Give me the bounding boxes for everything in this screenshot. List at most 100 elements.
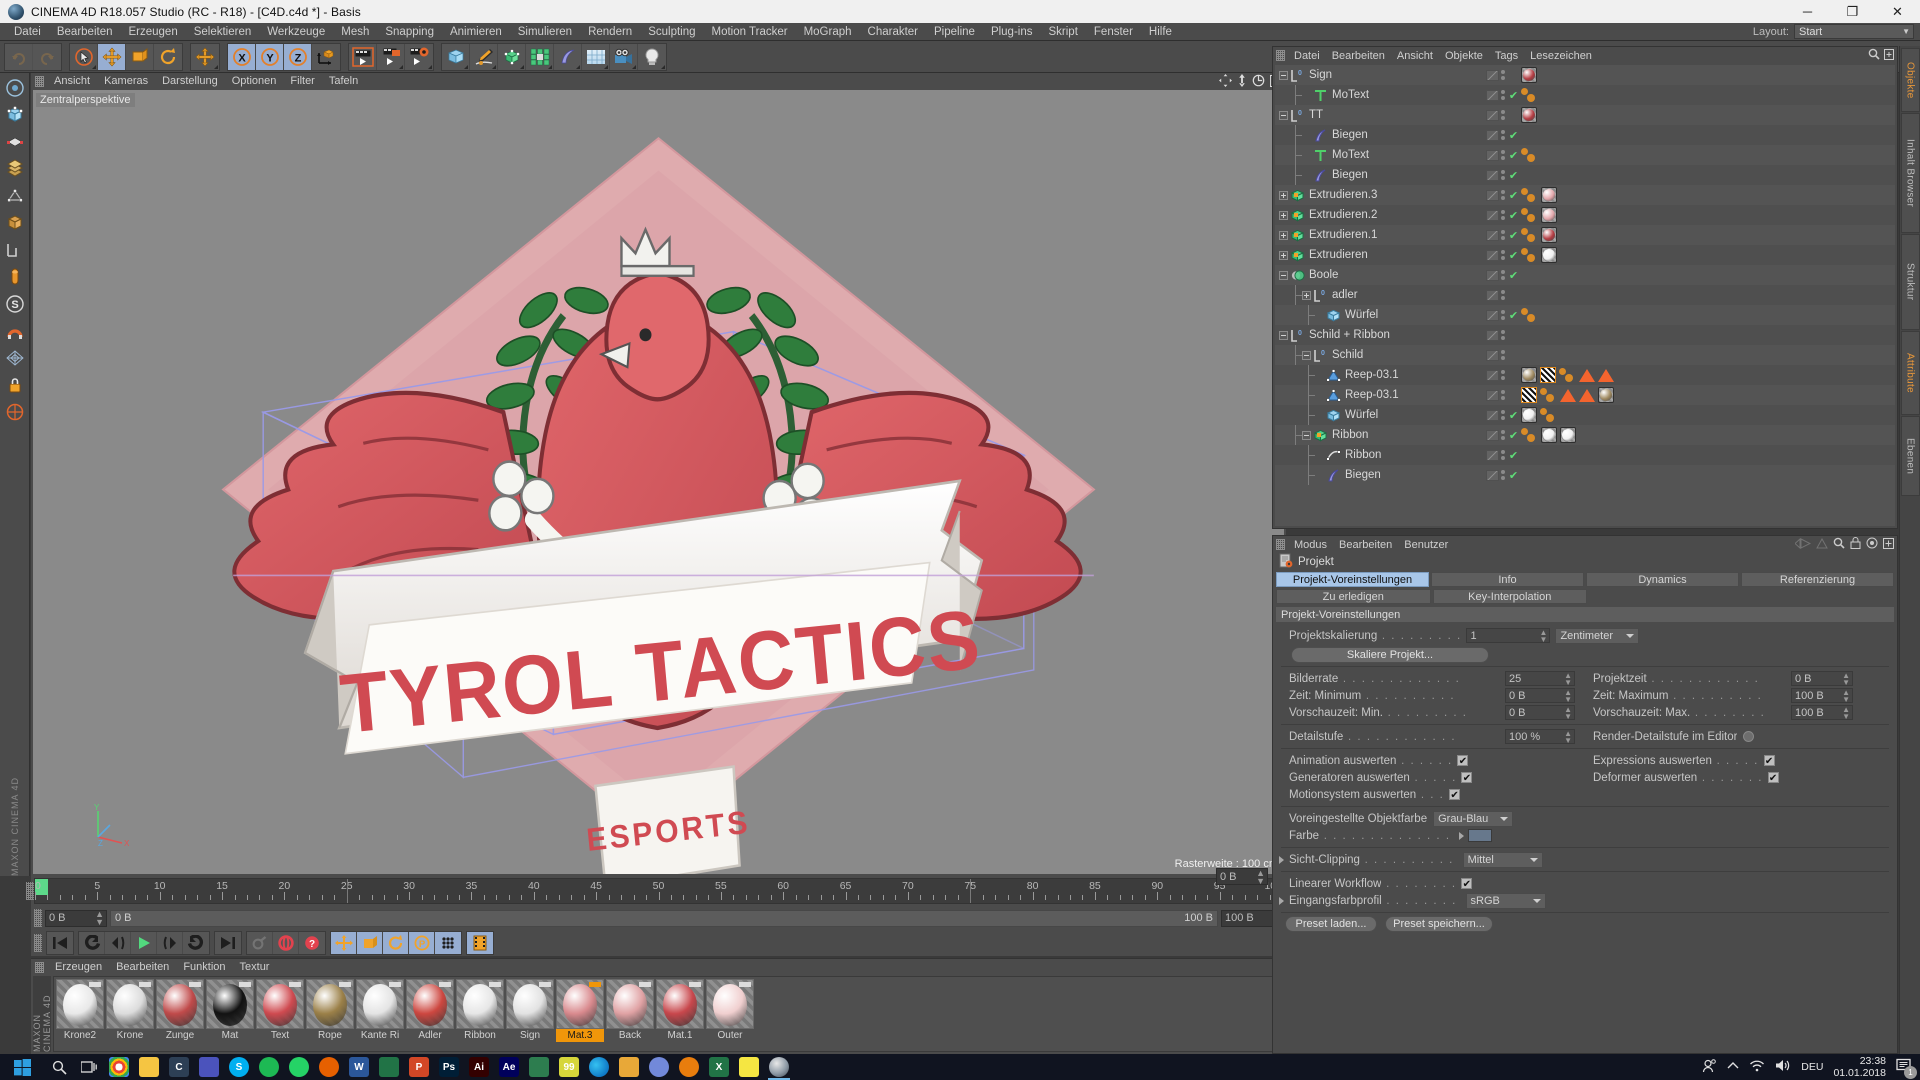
material-item[interactable]: Rope	[306, 979, 354, 1049]
enable-checkmark-icon[interactable]: ✔	[1508, 469, 1519, 482]
object-name[interactable]: Schild	[1332, 349, 1363, 361]
symmetry-tool-icon[interactable]: S	[2, 291, 28, 317]
vorschau-max-field[interactable]: 100 B ▲ ▼	[1791, 705, 1853, 720]
visibility-dots-icon[interactable]	[1501, 150, 1506, 160]
collapse-icon[interactable]	[1302, 430, 1311, 440]
visibility-dots-icon[interactable]	[1501, 230, 1506, 240]
search-icon-attr[interactable]	[1833, 537, 1845, 552]
bend-deformer-button[interactable]	[554, 43, 582, 70]
selection-tag[interactable]	[1579, 388, 1595, 402]
magnet-tool-icon[interactable]	[2, 318, 28, 344]
taskbar-app-whatsapp[interactable]	[284, 1054, 314, 1080]
taskbar-app-file-explorer[interactable]	[134, 1054, 164, 1080]
go-to-end-button[interactable]	[215, 932, 241, 954]
material-menu-erzeugen[interactable]: Erzeugen	[48, 961, 109, 973]
material-tag[interactable]	[1521, 367, 1537, 383]
material-item[interactable]: Outer	[706, 979, 754, 1049]
menu-mesh[interactable]: Mesh	[333, 23, 377, 41]
material-item[interactable]: Text	[256, 979, 304, 1049]
layout-select[interactable]: Start ▼	[1794, 24, 1914, 39]
expr-checkbox[interactable]: ✔	[1763, 755, 1775, 767]
spinner-icon-tmax[interactable]: ▲ ▼	[1842, 688, 1850, 703]
enable-checkmark-icon[interactable]: ✔	[1508, 129, 1519, 142]
language-indicator[interactable]: DEU	[1801, 1061, 1823, 1073]
taskbar-app-unknown-99[interactable]: 99	[554, 1054, 584, 1080]
viewport-menu-ansicht[interactable]: Ansicht	[47, 75, 97, 87]
material-menu-bearbeiten[interactable]: Bearbeiten	[109, 961, 176, 973]
material-item[interactable]: Krone	[106, 979, 154, 1049]
expand-icon[interactable]	[1279, 190, 1288, 200]
rotate-view-icon[interactable]	[1252, 74, 1265, 90]
material-tag[interactable]	[1541, 427, 1557, 443]
object-name[interactable]: Biegen	[1332, 169, 1368, 181]
taskbar-app-firefox[interactable]	[314, 1054, 344, 1080]
om-menu-bearbeiten[interactable]: Bearbeiten	[1326, 50, 1391, 62]
expand-arrow-icon-farbe[interactable]	[1459, 831, 1465, 840]
selection-tag[interactable]	[1598, 368, 1614, 382]
object-row[interactable]: Biegen ✔	[1275, 465, 1895, 485]
y-axis-toggle[interactable]: Y	[256, 43, 284, 70]
visibility-toggle[interactable]	[1486, 149, 1499, 161]
menu-datei[interactable]: Datei	[6, 23, 49, 41]
attribute-tab-projekt-voreinstellungen[interactable]: Projekt-Voreinstellungen	[1276, 572, 1429, 587]
material-preview[interactable]	[706, 979, 754, 1029]
viewport-menu-tafeln[interactable]: Tafeln	[322, 75, 365, 87]
enable-checkmark-icon[interactable]: ✔	[1508, 269, 1519, 282]
mograph-tag[interactable]	[1540, 388, 1557, 402]
material-preview[interactable]	[356, 979, 404, 1029]
spinner-icon-fps[interactable]: ▲ ▼	[1564, 671, 1572, 686]
material-tag[interactable]	[1560, 427, 1576, 443]
menu-skript[interactable]: Skript	[1041, 23, 1086, 41]
material-tag[interactable]	[1598, 387, 1614, 403]
visibility-dots-icon[interactable]	[1501, 370, 1506, 380]
om-menu-lesezeichen[interactable]: Lesezeichen	[1524, 50, 1598, 62]
uvw-tag[interactable]	[1521, 387, 1537, 403]
add-panel-icon[interactable]	[1883, 537, 1894, 552]
mograph-tag[interactable]	[1521, 228, 1538, 242]
visibility-dots-icon[interactable]	[1501, 470, 1506, 480]
uvw-tag[interactable]	[1540, 367, 1556, 383]
menu-rendern[interactable]: Rendern	[580, 23, 640, 41]
visibility-dots-icon[interactable]	[1501, 330, 1506, 340]
mograph-tag[interactable]	[1521, 308, 1538, 322]
visibility-toggle[interactable]	[1486, 429, 1499, 441]
scale-tool[interactable]	[126, 43, 154, 70]
object-row[interactable]: Würfel ✔	[1275, 305, 1895, 325]
projektskalierung-unit-dropdown[interactable]: Zentimeter	[1555, 627, 1640, 644]
menu-motion-tracker[interactable]: Motion Tracker	[704, 23, 796, 41]
spline-pen-button[interactable]	[470, 43, 498, 70]
object-row[interactable]: Extrudieren.3 ✔	[1275, 185, 1895, 205]
lock-icon[interactable]	[1850, 537, 1861, 552]
viewport-menu-optionen[interactable]: Optionen	[225, 75, 284, 87]
enable-checkmark-icon[interactable]: ✔	[1508, 209, 1519, 222]
object-name[interactable]: Ribbon	[1332, 429, 1368, 441]
visibility-toggle[interactable]	[1486, 329, 1499, 341]
array-generator-button[interactable]	[498, 43, 526, 70]
object-row[interactable]: Boole ✔	[1275, 265, 1895, 285]
material-item[interactable]: Back	[606, 979, 654, 1049]
def-checkbox[interactable]: ✔	[1767, 772, 1779, 784]
farbe-swatch[interactable]	[1468, 829, 1493, 842]
record-keyframe-button[interactable]	[273, 932, 299, 954]
mograph-tag[interactable]	[1521, 248, 1538, 262]
brush-tool-icon[interactable]	[2, 264, 28, 290]
object-name[interactable]: Schild + Ribbon	[1309, 329, 1390, 341]
enable-checkmark-icon[interactable]: ✔	[1508, 229, 1519, 242]
key-position-button[interactable]	[331, 932, 357, 954]
key-rotation-button[interactable]	[383, 932, 409, 954]
object-name[interactable]: adler	[1332, 289, 1358, 301]
cube-primitive-button[interactable]	[442, 43, 470, 70]
material-preview[interactable]	[106, 979, 154, 1029]
menu-werkzeuge[interactable]: Werkzeuge	[259, 23, 333, 41]
enable-checkmark-icon[interactable]: ✔	[1508, 169, 1519, 182]
clock[interactable]: 23:38 01.01.2018	[1833, 1055, 1886, 1079]
material-list[interactable]: Krone2 Krone Zunge Mat Text Rope Kante Ri Adler…	[53, 976, 1281, 1052]
om-menu-objekte[interactable]: Objekte	[1439, 50, 1489, 62]
menu-erzeugen[interactable]: Erzeugen	[120, 23, 185, 41]
taskbar-app-folder-yellow[interactable]	[614, 1054, 644, 1080]
menu-pipeline[interactable]: Pipeline	[926, 23, 983, 41]
people-icon[interactable]	[1702, 1058, 1717, 1076]
material-grip-icon[interactable]	[35, 961, 44, 973]
object-name[interactable]: Boole	[1309, 269, 1338, 281]
menu-simulieren[interactable]: Simulieren	[510, 23, 580, 41]
